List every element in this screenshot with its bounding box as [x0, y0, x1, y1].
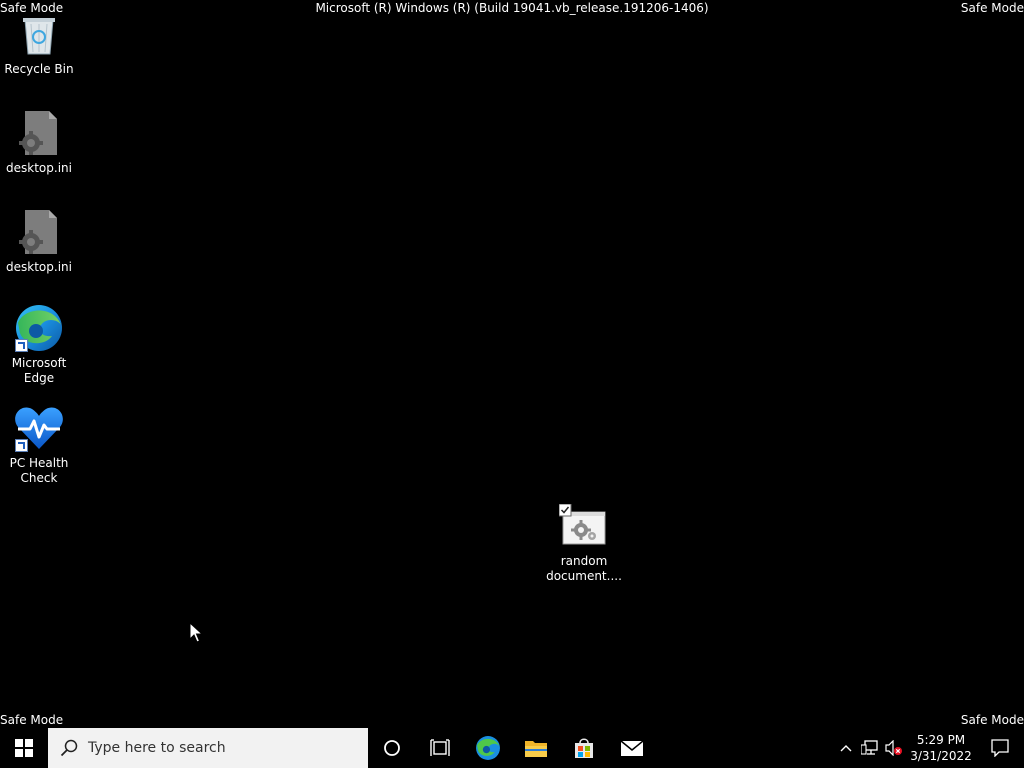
- safe-mode-watermark-top-right: Safe Mode: [960, 1, 1024, 15]
- desktop-icon-desktop-ini[interactable]: desktop.ini: [1, 206, 77, 275]
- shortcut-arrow-icon: [15, 439, 28, 452]
- show-hidden-icons-button[interactable]: [834, 728, 858, 768]
- desktop-icon-desktop-ini[interactable]: desktop.ini: [1, 107, 77, 176]
- desktop-icon-label: Microsoft Edge: [11, 356, 67, 385]
- edge-icon: [476, 736, 500, 760]
- desktop-icon-microsoft-edge[interactable]: Microsoft Edge: [1, 302, 77, 386]
- desktop-icon-recycle-bin[interactable]: Recycle Bin: [1, 8, 77, 77]
- shortcut-arrow-icon: [15, 339, 28, 352]
- task-view-icon: [430, 739, 450, 756]
- taskbar-mail-button[interactable]: [608, 728, 656, 768]
- cortana-icon: [384, 740, 400, 756]
- system-tray: 5:29 PM 3/31/2022: [834, 728, 1024, 768]
- mail-icon: [620, 740, 644, 756]
- notification-icon: [991, 739, 1009, 757]
- clock[interactable]: 5:29 PM 3/31/2022: [906, 732, 976, 764]
- desktop[interactable]: Safe Mode Microsoft (R) Windows (R) (Bui…: [0, 0, 1024, 728]
- clock-date: 3/31/2022: [910, 749, 972, 763]
- document-settings-icon: [558, 500, 610, 552]
- mouse-cursor-icon: [189, 622, 203, 643]
- store-icon: [575, 738, 593, 758]
- taskbar-edge-button[interactable]: [464, 728, 512, 768]
- volume-muted-icon: [885, 740, 902, 756]
- search-icon: [60, 739, 78, 757]
- cortana-button[interactable]: [368, 728, 416, 768]
- task-view-button[interactable]: [416, 728, 464, 768]
- desktop-icon-pc-health-check[interactable]: PC Health Check: [1, 402, 77, 486]
- file-explorer-icon: [525, 741, 547, 757]
- taskbar: Type here to search 5:29 PM 3/31/2022: [0, 728, 1024, 768]
- safe-mode-watermark-bottom-left: Safe Mode: [0, 713, 64, 727]
- start-icon: [15, 739, 33, 757]
- network-button[interactable]: [858, 728, 882, 768]
- chevron-up-icon: [840, 745, 852, 752]
- search-input[interactable]: Type here to search: [48, 728, 368, 768]
- network-icon: [861, 740, 878, 755]
- action-center-button[interactable]: [976, 728, 1024, 768]
- taskbar-store-button[interactable]: [560, 728, 608, 768]
- volume-button[interactable]: [882, 728, 906, 768]
- safe-mode-watermark-bottom-right: Safe Mode: [960, 713, 1024, 727]
- clock-time: 5:29 PM: [916, 733, 966, 747]
- search-placeholder: Type here to search: [88, 740, 226, 756]
- build-watermark: Microsoft (R) Windows (R) (Build 19041.v…: [315, 1, 709, 15]
- desktop-icon-label: desktop.ini: [6, 260, 72, 274]
- desktop-icon-label: Recycle Bin: [4, 62, 74, 76]
- desktop-icon-label: desktop.ini: [6, 161, 72, 175]
- settings-file-icon: [13, 107, 65, 159]
- start-button[interactable]: [0, 728, 48, 768]
- settings-file-icon: [13, 206, 65, 258]
- taskbar-file-explorer-button[interactable]: [512, 728, 560, 768]
- pc-health-check-icon: [13, 402, 65, 454]
- desktop-icon-label: PC Health Check: [9, 456, 69, 485]
- desktop-icon-label: random document....: [546, 554, 622, 583]
- edge-icon: [13, 302, 65, 354]
- recycle-bin-icon: [13, 8, 65, 60]
- desktop-icon-random-document[interactable]: random document....: [546, 500, 622, 584]
